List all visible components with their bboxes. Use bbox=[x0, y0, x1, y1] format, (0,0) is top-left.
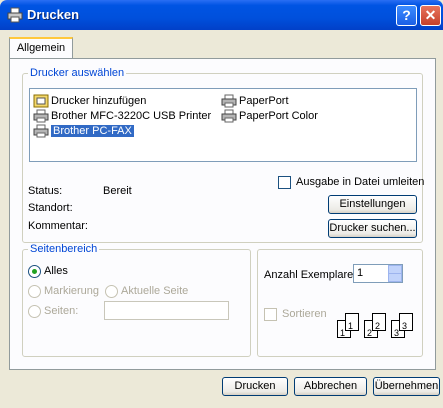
print-to-file-label[interactable]: Ausgabe in Datei umleiten bbox=[296, 176, 424, 188]
location-label: Standort: bbox=[28, 202, 73, 214]
printer-item-label: PaperPort Color bbox=[239, 110, 318, 122]
page-range-group: Seitenbereich Alles Markierung Aktuelle … bbox=[22, 243, 251, 357]
printer-icon bbox=[7, 7, 23, 23]
add-printer-icon bbox=[33, 94, 49, 108]
printer-icon bbox=[221, 109, 237, 123]
printer-icon bbox=[33, 109, 49, 123]
printer-group-title: Drucker auswählen bbox=[28, 67, 127, 79]
help-button[interactable]: ? bbox=[396, 5, 417, 26]
apply-button[interactable]: Übernehmen bbox=[373, 377, 440, 396]
printer-select-group: Drucker auswählen Drucker hinzufügen Bro… bbox=[22, 67, 424, 243]
copies-group: Anzahl Exemplare: 1 Sortieren 1 1 2 2 3 … bbox=[257, 249, 423, 357]
collate-page-1b: 1 bbox=[345, 313, 359, 331]
preferences-button[interactable]: Einstellungen bbox=[328, 195, 417, 214]
print-dialog: Drucken ? ✕ Allgemein Drucker auswählen … bbox=[0, 0, 443, 408]
printer-icon bbox=[221, 94, 237, 108]
pages-input[interactable] bbox=[104, 301, 229, 320]
printer-item-label: Drucker hinzufügen bbox=[51, 95, 147, 107]
printer-item-mfc[interactable]: Brother MFC-3220C USB Printer bbox=[32, 108, 211, 124]
printer-list[interactable]: Drucker hinzufügen Brother MFC-3220C USB… bbox=[29, 88, 417, 162]
comment-label: Kommentar: bbox=[28, 220, 88, 232]
collate-label[interactable]: Sortieren bbox=[282, 308, 327, 320]
printer-item-label: Brother MFC-3220C USB Printer bbox=[51, 110, 212, 122]
range-pages-label[interactable]: Seiten: bbox=[44, 305, 78, 317]
status-value: Bereit bbox=[103, 185, 132, 197]
printer-item-label: PaperPort bbox=[239, 95, 289, 107]
range-selection-label[interactable]: Markierung bbox=[44, 285, 99, 297]
tab-panel: Drucker auswählen Drucker hinzufügen Bro… bbox=[9, 58, 436, 370]
printer-item-paperport[interactable]: PaperPort bbox=[220, 93, 289, 109]
window-title: Drucken bbox=[27, 7, 80, 22]
printer-item-paperport-color[interactable]: PaperPort Color bbox=[220, 108, 318, 124]
print-to-file-checkbox[interactable] bbox=[278, 176, 291, 189]
print-button[interactable]: Drucken bbox=[222, 377, 288, 396]
title-bar[interactable]: Drucken ? ✕ bbox=[0, 0, 443, 30]
collate-page-2b: 2 bbox=[372, 313, 386, 331]
copies-input[interactable]: 1 bbox=[353, 264, 403, 283]
range-selection-radio[interactable] bbox=[28, 285, 41, 298]
fax-printer-icon bbox=[33, 124, 49, 138]
collate-checkbox[interactable] bbox=[264, 308, 277, 321]
page-range-title: Seitenbereich bbox=[28, 243, 100, 255]
close-button[interactable]: ✕ bbox=[420, 5, 441, 26]
printer-item-add[interactable]: Drucker hinzufügen bbox=[32, 93, 146, 109]
range-all-radio[interactable] bbox=[28, 265, 41, 278]
status-label: Status: bbox=[28, 185, 63, 197]
collate-page-3b: 3 bbox=[399, 313, 413, 331]
printer-item-label: Brother PC-FAX bbox=[51, 125, 134, 137]
range-current-page-radio[interactable] bbox=[105, 285, 118, 298]
range-pages-radio[interactable] bbox=[28, 305, 41, 318]
copies-label: Anzahl Exemplare: bbox=[264, 269, 357, 281]
range-all-label[interactable]: Alles bbox=[44, 265, 68, 277]
printer-item-pcfax[interactable]: Brother PC-FAX bbox=[32, 123, 134, 139]
copies-value: 1 bbox=[357, 267, 364, 279]
range-current-page-label[interactable]: Aktuelle Seite bbox=[121, 285, 188, 297]
find-printer-button[interactable]: Drucker suchen... bbox=[328, 219, 417, 238]
tab-general[interactable]: Allgemein bbox=[9, 37, 73, 59]
tab-general-label: Allgemein bbox=[16, 42, 66, 54]
cancel-button[interactable]: Abbrechen bbox=[294, 377, 367, 396]
copies-spin-down[interactable] bbox=[388, 273, 402, 282]
